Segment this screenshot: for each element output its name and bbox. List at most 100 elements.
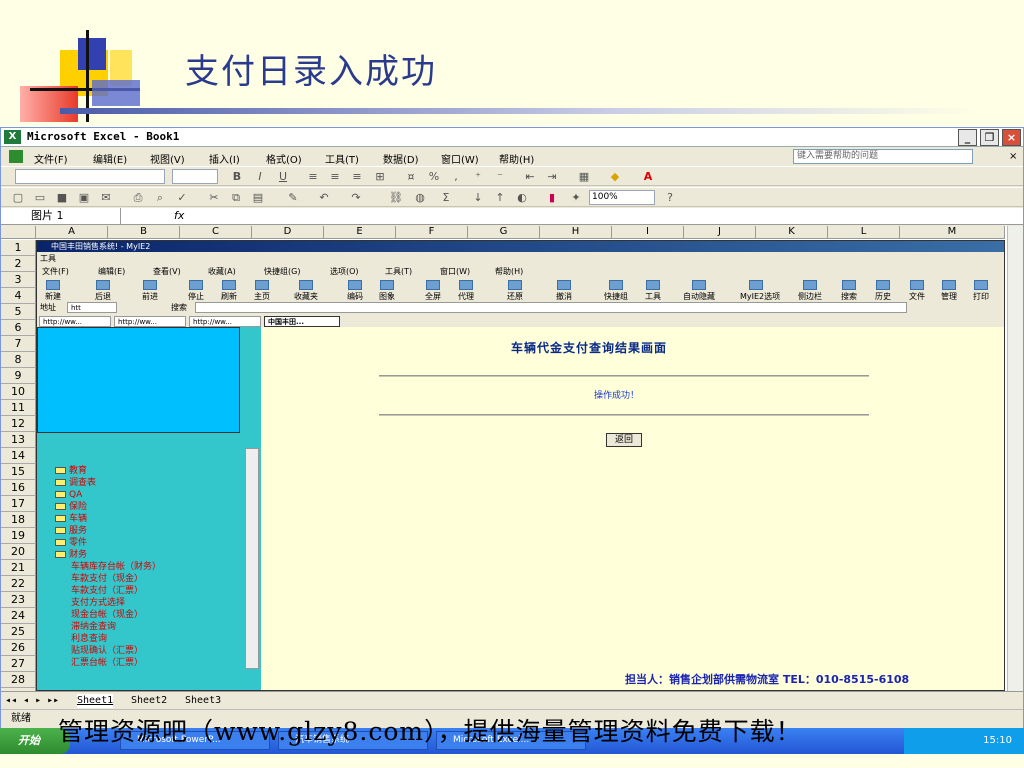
browser-btn-history[interactable]: 历史 xyxy=(867,280,899,302)
doc-close-icon[interactable]: × xyxy=(1009,151,1017,162)
browser-btn-new[interactable]: 新建 xyxy=(37,280,69,302)
row-header[interactable]: 25 xyxy=(1,624,36,640)
row-header[interactable]: 22 xyxy=(1,576,36,592)
row-header[interactable]: 21 xyxy=(1,560,36,576)
browser-menu-item[interactable]: 工具(T) xyxy=(385,266,412,277)
italic-icon[interactable]: I xyxy=(253,170,267,183)
increase-indent-icon[interactable]: ⇥ xyxy=(545,170,559,183)
browser-menu-item[interactable]: 文件(F) xyxy=(42,266,69,277)
browser-menu-item[interactable]: 查看(V) xyxy=(153,266,181,277)
tree-item[interactable]: QA xyxy=(55,489,161,501)
menu-view[interactable]: 视图(V) xyxy=(150,151,185,166)
tree-subitem[interactable]: 现金台帐（现金） xyxy=(55,609,161,621)
comma-icon[interactable]: , xyxy=(449,170,463,183)
sheet-tab-2[interactable]: Sheet2 xyxy=(131,694,167,708)
embedded-screenshot-picture[interactable]: 中国丰田销售系统! - MyIE2 工具 文件(F) 编辑(E) 查看(V) 收… xyxy=(36,240,1005,691)
browser-btn-options[interactable]: MyIE2选项 xyxy=(740,280,780,302)
browser-btn-restore[interactable]: 还原 xyxy=(499,280,531,302)
help-search-input[interactable]: 键入需要帮助的问题 xyxy=(793,149,973,164)
browser-menu-item[interactable]: 窗口(W) xyxy=(440,266,470,277)
column-header[interactable]: E xyxy=(324,226,396,239)
column-header[interactable]: F xyxy=(396,226,468,239)
select-all-corner[interactable] xyxy=(1,226,36,239)
row-header[interactable]: 4 xyxy=(1,288,36,304)
new-icon[interactable]: ▢ xyxy=(11,191,25,204)
menu-format[interactable]: 格式(O) xyxy=(266,151,302,166)
browser-btn-print[interactable]: 打印 xyxy=(965,280,997,302)
browser-tab[interactable]: http://ww... xyxy=(39,316,111,327)
browser-btn-proxy[interactable]: 代理 xyxy=(450,280,482,302)
currency-icon[interactable]: ¤ xyxy=(404,170,418,183)
browser-btn-encoding[interactable]: 编码 xyxy=(339,280,371,302)
tree-item[interactable]: 调查表 xyxy=(55,477,161,489)
chart-wizard-icon[interactable]: ▮ xyxy=(545,191,559,204)
row-header[interactable]: 3 xyxy=(1,272,36,288)
menu-data[interactable]: 数据(D) xyxy=(383,151,419,166)
tree-subitem[interactable]: 车款支付（现金） xyxy=(55,573,161,585)
name-box[interactable]: 图片 1 xyxy=(1,208,121,224)
browser-btn-forward[interactable]: 前进 xyxy=(134,280,166,302)
row-header[interactable]: 19 xyxy=(1,528,36,544)
vertical-scrollbar[interactable] xyxy=(1007,226,1023,691)
paste-icon[interactable]: ▤ xyxy=(251,191,265,204)
row-header[interactable]: 1 xyxy=(1,240,36,256)
undo-icon[interactable]: ↶ xyxy=(317,191,331,204)
drawing-toolbar-icon[interactable]: ✦ xyxy=(569,191,583,204)
browser-btn-autohide[interactable]: 自动隐藏 xyxy=(683,280,715,302)
row-header[interactable]: 26 xyxy=(1,640,36,656)
tree-item[interactable]: 教育 xyxy=(55,465,161,477)
worksheet-grid[interactable]: A B C D E F G H I J K L M 1 2 3 4 5 6 7 … xyxy=(1,226,1023,691)
browser-btn-undo[interactable]: 撤消 xyxy=(548,280,580,302)
menu-tools[interactable]: 工具(T) xyxy=(325,151,359,166)
browser-menu-item[interactable]: 选项(O) xyxy=(330,266,359,277)
row-header[interactable]: 13 xyxy=(1,432,36,448)
browser-btn-stop[interactable]: 停止 xyxy=(180,280,212,302)
column-header[interactable]: G xyxy=(468,226,540,239)
close-icon[interactable]: × xyxy=(1002,129,1021,146)
browser-btn-search[interactable]: 搜索 xyxy=(833,280,865,302)
browser-menu-item[interactable]: 帮助(H) xyxy=(495,266,523,277)
tree-subitem[interactable]: 支付方式选择 xyxy=(55,597,161,609)
research-icon[interactable]: ◍ xyxy=(413,191,427,204)
help-icon[interactable]: ? xyxy=(663,191,677,204)
row-header[interactable]: 6 xyxy=(1,320,36,336)
column-header[interactable]: D xyxy=(252,226,324,239)
restore-icon[interactable]: ❐ xyxy=(980,129,999,146)
minimize-icon[interactable]: _ xyxy=(958,129,977,146)
browser-btn-file[interactable]: 文件 xyxy=(901,280,933,302)
print-icon[interactable]: ⎙ xyxy=(131,191,145,204)
row-header[interactable]: 14 xyxy=(1,448,36,464)
bold-icon[interactable]: B xyxy=(230,170,244,183)
menu-edit[interactable]: 编辑(E) xyxy=(93,151,127,166)
column-header[interactable]: C xyxy=(180,226,252,239)
copy-icon[interactable]: ⧉ xyxy=(229,191,243,204)
email-icon[interactable]: ✉ xyxy=(99,191,113,204)
row-header[interactable]: 27 xyxy=(1,656,36,672)
tree-subitem[interactable]: 汇票台帐（汇票） xyxy=(55,657,161,669)
row-header[interactable]: 15 xyxy=(1,464,36,480)
column-header[interactable]: M xyxy=(900,226,1005,239)
browser-btn-favorites[interactable]: 收藏夹 xyxy=(290,280,322,302)
row-header[interactable]: 18 xyxy=(1,512,36,528)
zoom-combo[interactable]: 100% xyxy=(589,190,655,205)
browser-btn-home[interactable]: 主页 xyxy=(246,280,278,302)
tree-subitem[interactable]: 利息查询 xyxy=(55,633,161,645)
row-header[interactable]: 16 xyxy=(1,480,36,496)
permission-icon[interactable]: ▣ xyxy=(77,191,91,204)
row-header[interactable]: 2 xyxy=(1,256,36,272)
tree-item[interactable]: 保险 xyxy=(55,501,161,513)
autosum-icon[interactable]: Σ xyxy=(439,191,453,204)
search-input[interactable] xyxy=(195,302,907,313)
browser-btn-sidebar[interactable]: 侧边栏 xyxy=(794,280,826,302)
tree-item[interactable]: 车辆 xyxy=(55,513,161,525)
cut-icon[interactable]: ✂ xyxy=(207,191,221,204)
fx-icon[interactable]: fx xyxy=(174,209,184,222)
tab-scroll-icons[interactable]: ◂◂ ◂ ▸ ▸▸ xyxy=(5,694,59,708)
browser-tab[interactable]: http://ww... xyxy=(114,316,186,327)
column-header[interactable]: L xyxy=(828,226,900,239)
row-header[interactable]: 5 xyxy=(1,304,36,320)
row-header[interactable]: 10 xyxy=(1,384,36,400)
sort-descending-icon[interactable]: ↑ xyxy=(493,191,507,204)
browser-menu-item[interactable]: 快捷组(G) xyxy=(264,266,300,277)
font-color-icon[interactable]: A xyxy=(641,170,655,183)
